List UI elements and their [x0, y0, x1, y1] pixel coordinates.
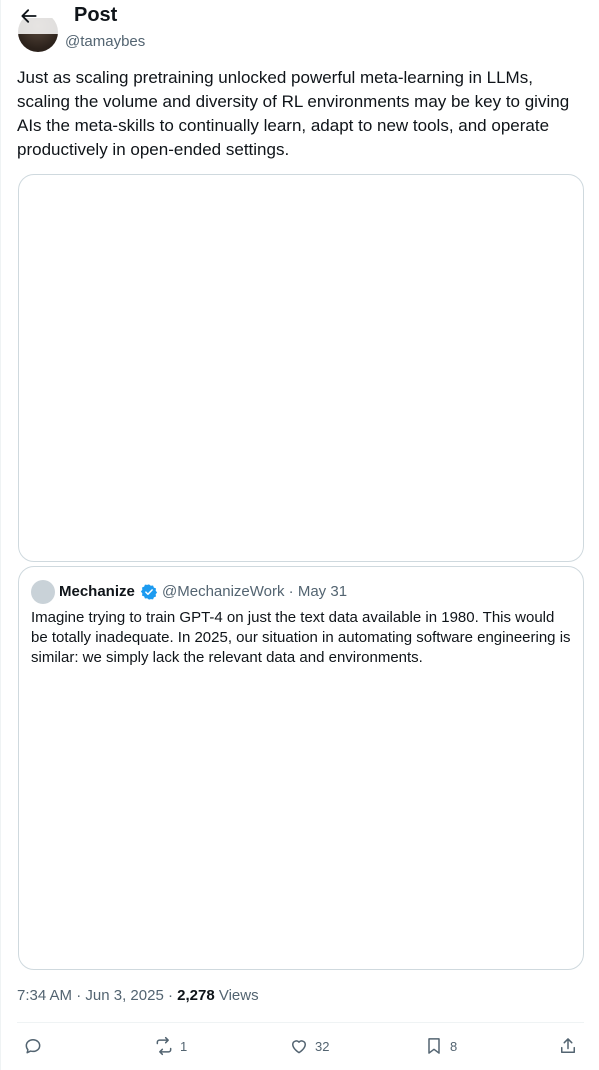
back-button[interactable] — [13, 0, 45, 32]
views-count: 2,278 — [177, 987, 215, 1004]
verified-badge-icon — [140, 584, 158, 600]
repost-button[interactable]: 1 — [154, 1032, 187, 1060]
like-button[interactable]: 32 — [289, 1032, 329, 1060]
like-count: 32 — [315, 1038, 330, 1054]
bookmark-icon — [428, 1038, 440, 1054]
post-time[interactable]: 7:34 AM — [17, 987, 72, 1004]
repost-count: 1 — [180, 1038, 188, 1054]
divider — [17, 1022, 584, 1023]
bookmark-button[interactable]: 8 — [424, 1032, 457, 1060]
quoted-post[interactable]: Mechanize @MechanizeWork · May 31 Imagin… — [18, 566, 584, 970]
author-handle[interactable]: @tamaybes — [65, 33, 145, 50]
reply-button[interactable] — [23, 1032, 49, 1060]
action-bar: 1 32 8 — [1, 1032, 599, 1060]
repost-icon — [156, 1036, 172, 1056]
quote-meta: @MechanizeWork · May 31 — [162, 583, 348, 600]
post-text: Just as scaling pretraining unlocked pow… — [17, 68, 570, 159]
quote-text: Imagine trying to train GPT-4 on just th… — [31, 609, 571, 666]
top-bar: Post — [1, 0, 599, 34]
post-detail-view: @tamaybes Post Just as scaling pretraini… — [0, 0, 599, 1070]
quote-date[interactable]: May 31 — [298, 583, 347, 600]
reply-icon — [25, 1039, 41, 1054]
quote-author-name[interactable]: Mechanize — [59, 583, 135, 600]
post-meta: 7:34 AM · Jun 3, 2025 · 2,278 Views — [17, 987, 259, 1004]
views-label: Views — [218, 987, 259, 1004]
post-date[interactable]: Jun 3, 2025 — [85, 987, 163, 1004]
heart-icon — [292, 1040, 306, 1054]
quote-handle[interactable]: @MechanizeWork — [162, 583, 285, 600]
media-card[interactable] — [18, 174, 584, 562]
arrow-left-icon — [21, 9, 37, 23]
share-icon — [561, 1038, 575, 1053]
bookmark-count: 8 — [450, 1038, 458, 1054]
quote-avatar[interactable] — [31, 580, 55, 604]
share-button[interactable] — [558, 1032, 584, 1060]
page-title: Post — [74, 4, 118, 26]
